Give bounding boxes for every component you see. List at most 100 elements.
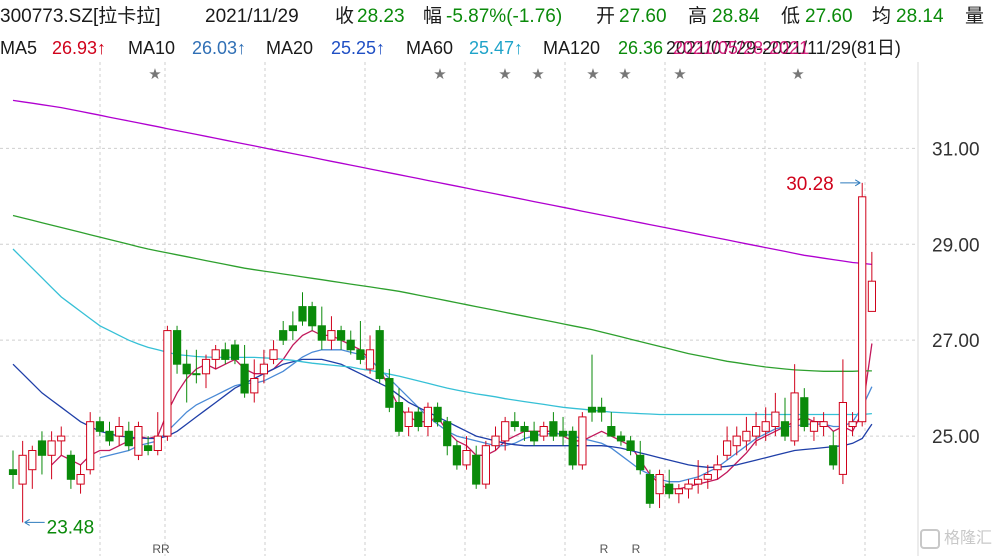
candle-body bbox=[713, 464, 722, 471]
logo-icon bbox=[920, 529, 940, 549]
candle-body bbox=[414, 411, 423, 428]
candle bbox=[674, 484, 683, 504]
candle bbox=[317, 306, 326, 350]
candle bbox=[66, 450, 76, 489]
candle bbox=[607, 412, 616, 437]
r-mark: R bbox=[632, 542, 641, 556]
candle bbox=[549, 412, 558, 441]
watermark-logo: 格隆汇 bbox=[920, 528, 1000, 552]
candle bbox=[201, 354, 211, 389]
candle-body bbox=[327, 330, 336, 341]
candle bbox=[86, 412, 95, 475]
candle-body bbox=[790, 392, 799, 442]
ma-line-ma250 bbox=[12, 99, 872, 266]
candle-body bbox=[780, 421, 790, 437]
candle-body bbox=[838, 402, 847, 475]
candle bbox=[250, 359, 259, 403]
candle-body bbox=[752, 426, 761, 437]
candle-body bbox=[848, 421, 857, 428]
candle-body bbox=[452, 445, 461, 466]
candle-body bbox=[385, 378, 394, 408]
candle bbox=[616, 431, 626, 446]
candle bbox=[153, 412, 162, 456]
candle bbox=[163, 325, 172, 441]
candle-body bbox=[28, 450, 37, 471]
candle bbox=[665, 469, 674, 499]
candle-body bbox=[134, 426, 143, 456]
candle bbox=[95, 416, 105, 437]
candle-body bbox=[298, 306, 307, 322]
candle bbox=[510, 412, 519, 432]
candle-body bbox=[76, 474, 85, 485]
event-star[interactable]: ★ bbox=[148, 65, 161, 83]
candle-body bbox=[124, 430, 133, 447]
candle bbox=[462, 436, 471, 470]
candle-body bbox=[279, 330, 288, 341]
candle-body bbox=[259, 363, 268, 375]
candle-body bbox=[86, 421, 95, 471]
candle-body bbox=[47, 440, 56, 456]
r-mark-row: RR R R bbox=[152, 542, 640, 556]
candle-body bbox=[607, 426, 616, 437]
candle-body bbox=[192, 373, 201, 376]
candle bbox=[115, 416, 124, 446]
candle bbox=[790, 364, 799, 446]
candle bbox=[394, 388, 404, 437]
candle bbox=[76, 464, 85, 494]
candle bbox=[829, 431, 838, 470]
candle bbox=[684, 479, 693, 499]
candle bbox=[443, 416, 452, 456]
candle bbox=[481, 440, 490, 489]
candle bbox=[742, 416, 751, 451]
candle-body bbox=[37, 440, 47, 456]
candle-body bbox=[539, 426, 548, 437]
candle bbox=[124, 421, 133, 451]
r-mark: R bbox=[600, 542, 609, 556]
y-axis: 31.00 29.00 27.00 25.00 bbox=[932, 139, 980, 448]
candle-body bbox=[250, 378, 259, 394]
event-star[interactable]: ★ bbox=[498, 65, 511, 83]
candlestick-chart: 31.0029.0027.0025.00 30.28 23.48 ★ ★ ★ ★ ★ ★ ★ ★… bbox=[0, 62, 980, 556]
event-star[interactable]: ★ bbox=[586, 65, 599, 83]
candle-body bbox=[356, 349, 365, 360]
candle-body bbox=[616, 435, 626, 442]
candle-body bbox=[173, 330, 182, 365]
candle bbox=[47, 431, 56, 480]
candle bbox=[703, 464, 712, 489]
candle bbox=[356, 320, 365, 365]
event-star[interactable]: ★ bbox=[433, 65, 446, 83]
event-star[interactable]: ★ bbox=[618, 65, 631, 83]
candle-body bbox=[491, 435, 500, 447]
candle-body bbox=[346, 339, 355, 351]
candle-body bbox=[163, 330, 172, 437]
candle bbox=[37, 431, 47, 475]
candle-layer bbox=[8, 182, 876, 523]
candle-body bbox=[703, 474, 712, 480]
ma-line-ma60 bbox=[12, 248, 872, 416]
candle-body bbox=[8, 469, 18, 476]
candle-body bbox=[761, 421, 770, 432]
candle-body bbox=[423, 406, 432, 427]
candle bbox=[365, 335, 375, 374]
candle bbox=[134, 421, 143, 461]
event-star[interactable]: ★ bbox=[791, 65, 804, 83]
candle-body bbox=[819, 421, 828, 428]
candle-body bbox=[144, 445, 153, 452]
candle-body bbox=[230, 344, 240, 360]
event-star[interactable]: ★ bbox=[673, 65, 686, 83]
candle-body bbox=[115, 426, 124, 437]
candle-body bbox=[221, 349, 230, 360]
candle-body bbox=[520, 426, 529, 432]
candle bbox=[288, 311, 297, 341]
candle-body bbox=[240, 363, 249, 394]
candle bbox=[559, 416, 568, 446]
watermark-text: 格隆汇 bbox=[944, 530, 993, 547]
candle-body bbox=[530, 430, 539, 442]
candle-body bbox=[18, 454, 27, 485]
event-star[interactable]: ★ bbox=[531, 65, 544, 83]
min-price-label: 23.48 bbox=[47, 517, 95, 538]
candle bbox=[269, 340, 278, 365]
candle-body bbox=[481, 445, 490, 485]
max-price-label: 30.28 bbox=[786, 174, 834, 195]
candle bbox=[587, 354, 597, 422]
